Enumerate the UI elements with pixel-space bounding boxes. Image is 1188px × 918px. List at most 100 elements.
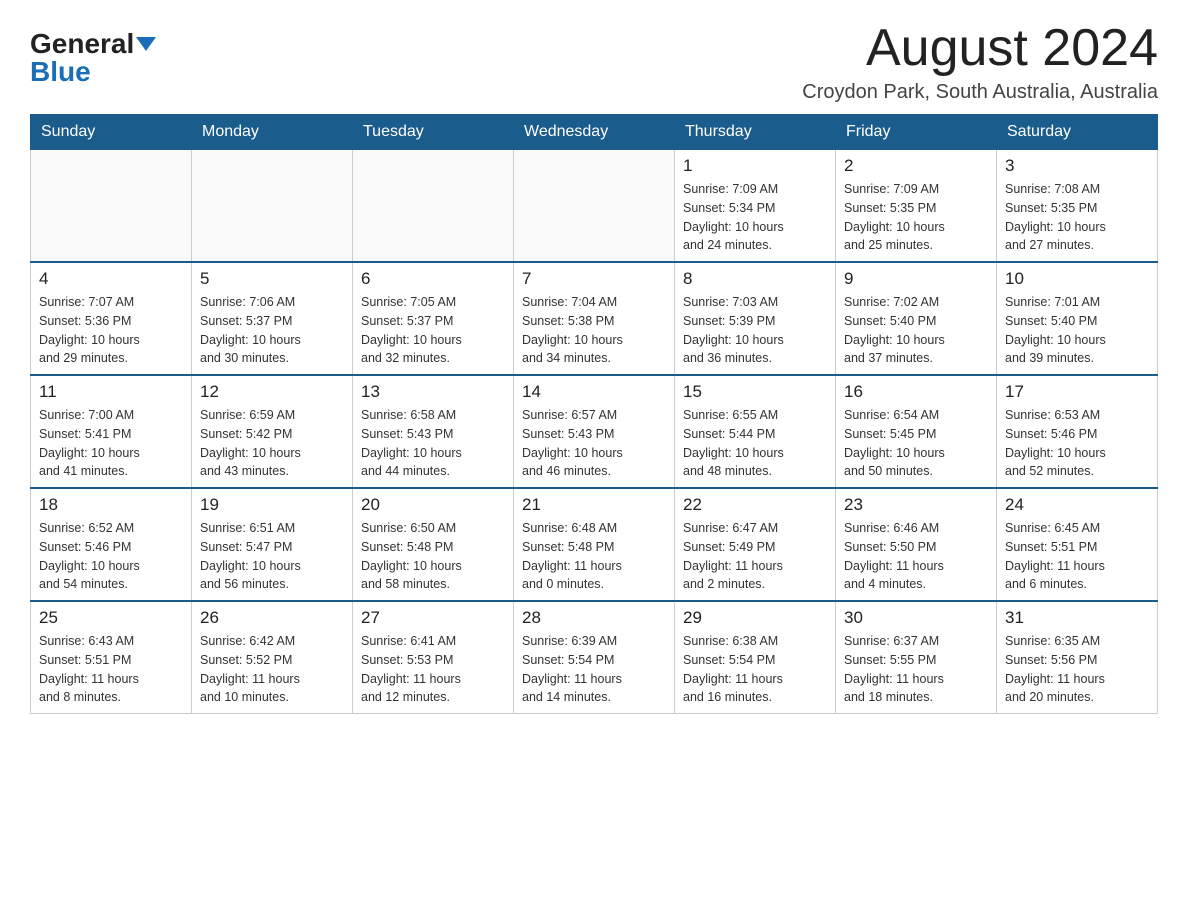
- day-info: Sunrise: 6:58 AM Sunset: 5:43 PM Dayligh…: [361, 406, 505, 481]
- calendar-cell: 25 Sunrise: 6:43 AM Sunset: 5:51 PM Dayli…: [31, 601, 192, 714]
- calendar-cell: 8 Sunrise: 7:03 AM Sunset: 5:39 PM Daylig…: [675, 262, 836, 375]
- col-header-friday: Friday: [836, 115, 997, 150]
- calendar-header-row: SundayMondayTuesdayWednesdayThursdayFrid…: [31, 115, 1158, 150]
- calendar-week-row: 1 Sunrise: 7:09 AM Sunset: 5:34 PM Daylig…: [31, 150, 1158, 263]
- calendar-cell: [192, 150, 353, 263]
- day-info: Sunrise: 6:43 AM Sunset: 5:51 PM Dayligh…: [39, 632, 183, 707]
- day-number: 31: [1005, 608, 1149, 628]
- day-info: Sunrise: 6:38 AM Sunset: 5:54 PM Dayligh…: [683, 632, 827, 707]
- day-info: Sunrise: 6:48 AM Sunset: 5:48 PM Dayligh…: [522, 519, 666, 594]
- calendar-cell: 27Sunrise: 6:41 AM Sunset: 5:53 PM Dayli…: [353, 601, 514, 714]
- day-info: Sunrise: 6:53 AM Sunset: 5:46 PM Dayligh…: [1005, 406, 1149, 481]
- day-number: 24: [1005, 495, 1149, 515]
- calendar-cell: 21 Sunrise: 6:48 AM Sunset: 5:48 PM Dayli…: [514, 488, 675, 601]
- calendar-cell: 12 Sunrise: 6:59 AM Sunset: 5:42 PM Dayli…: [192, 375, 353, 488]
- calendar-cell: 3 Sunrise: 7:08 AM Sunset: 5:35 PM Daylig…: [997, 150, 1158, 263]
- calendar-cell: 10Sunrise: 7:01 AM Sunset: 5:40 PM Dayli…: [997, 262, 1158, 375]
- day-info: Sunrise: 6:59 AM Sunset: 5:42 PM Dayligh…: [200, 406, 344, 481]
- day-number: 4: [39, 269, 183, 289]
- col-header-saturday: Saturday: [997, 115, 1158, 150]
- calendar-cell: 5Sunrise: 7:06 AM Sunset: 5:37 PM Daylig…: [192, 262, 353, 375]
- calendar-cell: 6 Sunrise: 7:05 AM Sunset: 5:37 PM Daylig…: [353, 262, 514, 375]
- day-number: 30: [844, 608, 988, 628]
- day-info: Sunrise: 7:00 AM Sunset: 5:41 PM Dayligh…: [39, 406, 183, 481]
- col-header-wednesday: Wednesday: [514, 115, 675, 150]
- logo-triangle-icon: [136, 37, 156, 51]
- calendar-cell: 22Sunrise: 6:47 AM Sunset: 5:49 PM Dayli…: [675, 488, 836, 601]
- day-number: 11: [39, 382, 183, 402]
- logo-general: General: [30, 30, 134, 58]
- calendar-cell: [353, 150, 514, 263]
- col-header-monday: Monday: [192, 115, 353, 150]
- day-number: 13: [361, 382, 505, 402]
- day-info: Sunrise: 7:09 AM Sunset: 5:35 PM Dayligh…: [844, 180, 988, 255]
- calendar-cell: 28Sunrise: 6:39 AM Sunset: 5:54 PM Dayli…: [514, 601, 675, 714]
- day-number: 8: [683, 269, 827, 289]
- day-number: 1: [683, 156, 827, 176]
- day-info: Sunrise: 7:02 AM Sunset: 5:40 PM Dayligh…: [844, 293, 988, 368]
- day-info: Sunrise: 6:41 AM Sunset: 5:53 PM Dayligh…: [361, 632, 505, 707]
- location-subtitle: Croydon Park, South Australia, Australia: [802, 81, 1158, 104]
- day-number: 16: [844, 382, 988, 402]
- day-info: Sunrise: 7:09 AM Sunset: 5:34 PM Dayligh…: [683, 180, 827, 255]
- calendar-cell: 16 Sunrise: 6:54 AM Sunset: 5:45 PM Dayli…: [836, 375, 997, 488]
- calendar-cell: [31, 150, 192, 263]
- calendar-week-row: 4 Sunrise: 7:07 AM Sunset: 5:36 PM Daylig…: [31, 262, 1158, 375]
- day-number: 2: [844, 156, 988, 176]
- day-info: Sunrise: 7:05 AM Sunset: 5:37 PM Dayligh…: [361, 293, 505, 368]
- calendar-cell: 24Sunrise: 6:45 AM Sunset: 5:51 PM Dayli…: [997, 488, 1158, 601]
- day-info: Sunrise: 6:52 AM Sunset: 5:46 PM Dayligh…: [39, 519, 183, 594]
- day-info: Sunrise: 6:57 AM Sunset: 5:43 PM Dayligh…: [522, 406, 666, 481]
- day-number: 21: [522, 495, 666, 515]
- calendar-cell: 15Sunrise: 6:55 AM Sunset: 5:44 PM Dayli…: [675, 375, 836, 488]
- day-info: Sunrise: 6:46 AM Sunset: 5:50 PM Dayligh…: [844, 519, 988, 594]
- day-info: Sunrise: 7:04 AM Sunset: 5:38 PM Dayligh…: [522, 293, 666, 368]
- day-number: 6: [361, 269, 505, 289]
- day-number: 3: [1005, 156, 1149, 176]
- day-info: Sunrise: 7:08 AM Sunset: 5:35 PM Dayligh…: [1005, 180, 1149, 255]
- day-number: 9: [844, 269, 988, 289]
- day-info: Sunrise: 6:51 AM Sunset: 5:47 PM Dayligh…: [200, 519, 344, 594]
- month-year-title: August 2024: [802, 20, 1158, 77]
- calendar-week-row: 18Sunrise: 6:52 AM Sunset: 5:46 PM Dayli…: [31, 488, 1158, 601]
- calendar-table: SundayMondayTuesdayWednesdayThursdayFrid…: [30, 114, 1158, 714]
- calendar-cell: 7 Sunrise: 7:04 AM Sunset: 5:38 PM Daylig…: [514, 262, 675, 375]
- day-number: 29: [683, 608, 827, 628]
- calendar-week-row: 25 Sunrise: 6:43 AM Sunset: 5:51 PM Dayli…: [31, 601, 1158, 714]
- col-header-thursday: Thursday: [675, 115, 836, 150]
- day-number: 7: [522, 269, 666, 289]
- calendar-cell: 13 Sunrise: 6:58 AM Sunset: 5:43 PM Dayli…: [353, 375, 514, 488]
- calendar-cell: 19Sunrise: 6:51 AM Sunset: 5:47 PM Dayli…: [192, 488, 353, 601]
- title-area: August 2024 Croydon Park, South Australi…: [802, 20, 1158, 104]
- day-info: Sunrise: 7:01 AM Sunset: 5:40 PM Dayligh…: [1005, 293, 1149, 368]
- day-number: 12: [200, 382, 344, 402]
- calendar-cell: 26Sunrise: 6:42 AM Sunset: 5:52 PM Dayli…: [192, 601, 353, 714]
- calendar-cell: 4 Sunrise: 7:07 AM Sunset: 5:36 PM Daylig…: [31, 262, 192, 375]
- calendar-cell: 18Sunrise: 6:52 AM Sunset: 5:46 PM Dayli…: [31, 488, 192, 601]
- calendar-cell: 14Sunrise: 6:57 AM Sunset: 5:43 PM Dayli…: [514, 375, 675, 488]
- day-info: Sunrise: 6:47 AM Sunset: 5:49 PM Dayligh…: [683, 519, 827, 594]
- day-info: Sunrise: 6:54 AM Sunset: 5:45 PM Dayligh…: [844, 406, 988, 481]
- day-number: 20: [361, 495, 505, 515]
- day-number: 25: [39, 608, 183, 628]
- logo-blue: Blue: [30, 58, 91, 86]
- day-info: Sunrise: 6:39 AM Sunset: 5:54 PM Dayligh…: [522, 632, 666, 707]
- page-header: General Blue August 2024 Croydon Park, S…: [30, 20, 1158, 104]
- calendar-cell: 1 Sunrise: 7:09 AM Sunset: 5:34 PM Daylig…: [675, 150, 836, 263]
- col-header-tuesday: Tuesday: [353, 115, 514, 150]
- day-info: Sunrise: 7:06 AM Sunset: 5:37 PM Dayligh…: [200, 293, 344, 368]
- calendar-cell: [514, 150, 675, 263]
- col-header-sunday: Sunday: [31, 115, 192, 150]
- day-info: Sunrise: 7:07 AM Sunset: 5:36 PM Dayligh…: [39, 293, 183, 368]
- day-number: 17: [1005, 382, 1149, 402]
- calendar-cell: 20 Sunrise: 6:50 AM Sunset: 5:48 PM Dayli…: [353, 488, 514, 601]
- logo: General Blue: [30, 30, 156, 86]
- day-info: Sunrise: 6:50 AM Sunset: 5:48 PM Dayligh…: [361, 519, 505, 594]
- calendar-cell: 11 Sunrise: 7:00 AM Sunset: 5:41 PM Dayli…: [31, 375, 192, 488]
- calendar-cell: 31Sunrise: 6:35 AM Sunset: 5:56 PM Dayli…: [997, 601, 1158, 714]
- calendar-cell: 29 Sunrise: 6:38 AM Sunset: 5:54 PM Dayli…: [675, 601, 836, 714]
- calendar-cell: 2 Sunrise: 7:09 AM Sunset: 5:35 PM Daylig…: [836, 150, 997, 263]
- calendar-cell: 9 Sunrise: 7:02 AM Sunset: 5:40 PM Daylig…: [836, 262, 997, 375]
- day-info: Sunrise: 7:03 AM Sunset: 5:39 PM Dayligh…: [683, 293, 827, 368]
- day-info: Sunrise: 6:37 AM Sunset: 5:55 PM Dayligh…: [844, 632, 988, 707]
